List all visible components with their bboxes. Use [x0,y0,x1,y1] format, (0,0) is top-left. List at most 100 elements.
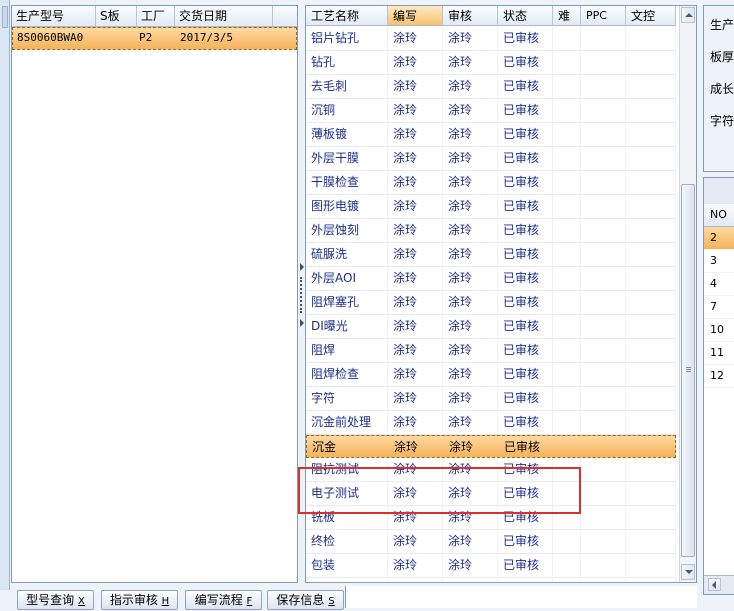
process-row[interactable]: 终检 涂玲 涂玲 已审核 [306,530,676,554]
process-cell-name: 沉金 [312,440,337,454]
process-cell-doc [626,291,676,313]
number-row[interactable]: 4 [704,273,734,296]
process-cell-difficulty [553,411,581,433]
process-row[interactable]: 包装 涂玲 涂玲 已审核 [306,554,676,578]
left-edge-strip [0,0,10,590]
collapse-tab[interactable] [2,6,8,28]
process-cell-difficulty [553,123,581,145]
process-cell-doc [626,267,676,289]
process-cell-ppc [581,195,626,217]
col-header-s-board[interactable]: S板 [96,6,137,26]
action-bar: 型号查询 X 指示审核 H 编写流程 F 保存信息 S [11,586,345,610]
col-header-status[interactable]: 状态 [498,6,553,26]
process-row[interactable]: 外层AOI 涂玲 涂玲 已审核 [306,267,676,291]
number-row[interactable]: 11 [704,342,734,365]
model-query-label: 型号查询 [26,593,75,607]
number-row[interactable]: 7 [704,296,734,319]
process-cell-writer: 涂玲 [394,440,419,454]
factory-cell: P2 [139,31,153,44]
splitter-arrow-icon[interactable] [300,263,304,271]
review-button[interactable]: 指示审核 H [101,590,178,610]
field-label-growth: 成长 [710,82,734,96]
process-row[interactable]: 钻孔 涂玲 涂玲 已审核 [306,51,676,75]
process-cell-difficulty [553,315,581,337]
number-row[interactable]: 10 [704,319,734,342]
process-row[interactable]: 阻焊塞孔 涂玲 涂玲 已审核 [306,291,676,315]
process-cell-difficulty [553,147,581,169]
process-cell-ppc [581,363,626,385]
process-row[interactable]: 硫脲洗 涂玲 涂玲 已审核 [306,243,676,267]
process-cell-difficulty [553,339,581,361]
col-header-delivery-date[interactable]: 交货日期 [175,6,273,26]
process-cell-doc [626,578,676,582]
process-cell-difficulty [553,554,581,576]
write-flow-button[interactable]: 编写流程 F [185,590,262,610]
scroll-left-button[interactable] [708,578,721,591]
col-header-writer[interactable]: 编写 [388,6,443,26]
process-cell-reviewer: 涂玲 [443,75,498,97]
process-cell-reviewer: 涂玲 [449,440,474,454]
process-row[interactable]: 外层干膜 涂玲 涂玲 已审核 [306,147,676,171]
scroll-up-button[interactable] [681,7,695,23]
process-cell-name: 铝片钻孔 [306,27,388,49]
scroll-thumb[interactable] [681,184,695,557]
col-header-no[interactable]: NO [704,204,734,227]
process-cell-doc [626,458,676,480]
process-row[interactable]: 去毛刺 涂玲 涂玲 已审核 [306,75,676,99]
process-cell-doc [626,219,676,241]
col-header-reviewer[interactable]: 审核 [443,6,498,26]
horizontal-scrollbar[interactable] [704,575,734,594]
process-cell-name: 图形电镀 [306,195,388,217]
col-header-model[interactable]: 生产型号 [12,6,96,26]
model-row-selected[interactable]: 8S0060BWA0 P2 2017/3/5 [12,27,297,50]
process-cell-reviewer: 涂玲 [443,291,498,313]
process-cell-status: 已审核 [498,171,553,193]
process-row[interactable]: DI曝光 涂玲 涂玲 已审核 [306,315,676,339]
process-row[interactable]: 成品仓涂玲涂玲已审核 [306,578,676,582]
process-row[interactable]: 外层蚀刻 涂玲 涂玲 已审核 [306,219,676,243]
scroll-down-button[interactable] [681,564,695,580]
process-cell-ppc [581,219,626,241]
process-cell-doc [626,99,676,121]
col-header-factory[interactable]: 工厂 [137,6,175,26]
number-row[interactable]: 12 [704,365,734,388]
process-cell-reviewer: 涂玲 [443,339,498,361]
col-header-doc-control[interactable]: 文控 [626,6,676,26]
process-row[interactable]: 干膜检查 涂玲 涂玲 已审核 [306,171,676,195]
highlight-box [298,467,581,514]
process-cell-ppc [581,99,626,121]
process-cell-status: 已审核 [498,291,553,313]
model-query-button[interactable]: 型号查询 X [17,590,94,610]
process-cell-writer: 涂玲 [388,171,443,193]
process-row[interactable]: 阻焊检查 涂玲 涂玲 已审核 [306,363,676,387]
s-board-cell [97,28,138,47]
col-header-difficulty[interactable]: 难 [553,6,581,26]
process-row[interactable]: 沉金 涂玲 涂玲 已审核 [306,435,676,458]
process-cell-doc [626,27,676,49]
col-header-ppc[interactable]: PPC [581,6,626,26]
col-header-process-name[interactable]: 工艺名称 [306,6,388,26]
process-cell-writer: 涂玲 [388,315,443,337]
vertical-scrollbar[interactable] [679,6,696,582]
process-cell-reviewer: 涂玲 [443,243,498,265]
process-cell-writer: 涂玲 [388,578,443,582]
process-cell-reviewer: 涂玲 [443,267,498,289]
splitter-arrow-icon[interactable] [300,319,304,327]
process-row[interactable]: 阻焊 涂玲 涂玲 已审核 [306,339,676,363]
process-cell-ppc [581,291,626,313]
process-row[interactable]: 铝片钻孔 涂玲 涂玲 已审核 [306,27,676,51]
process-row[interactable]: 沉金前处理 涂玲 涂玲 已审核 [306,411,676,435]
save-info-button[interactable]: 保存信息 S [267,590,344,610]
process-cell-writer: 涂玲 [388,530,443,552]
process-cell-ppc [582,436,627,458]
process-row[interactable]: 薄板镀 涂玲 涂玲 已审核 [306,123,676,147]
process-grid-header: 工艺名称 编写 审核 状态 难 PPC 文控 [306,6,676,26]
process-row[interactable]: 沉铜 涂玲 涂玲 已审核 [306,99,676,123]
process-row[interactable]: 图形电镀 涂玲 涂玲 已审核 [306,195,676,219]
process-cell-status: 已审核 [498,554,553,576]
process-cell-ppc [581,315,626,337]
process-row[interactable]: 字符 涂玲 涂玲 已审核 [306,387,676,411]
number-row[interactable]: 3 [704,250,734,273]
process-cell-writer: 涂玲 [388,291,443,313]
number-row[interactable]: 2 [704,227,734,250]
